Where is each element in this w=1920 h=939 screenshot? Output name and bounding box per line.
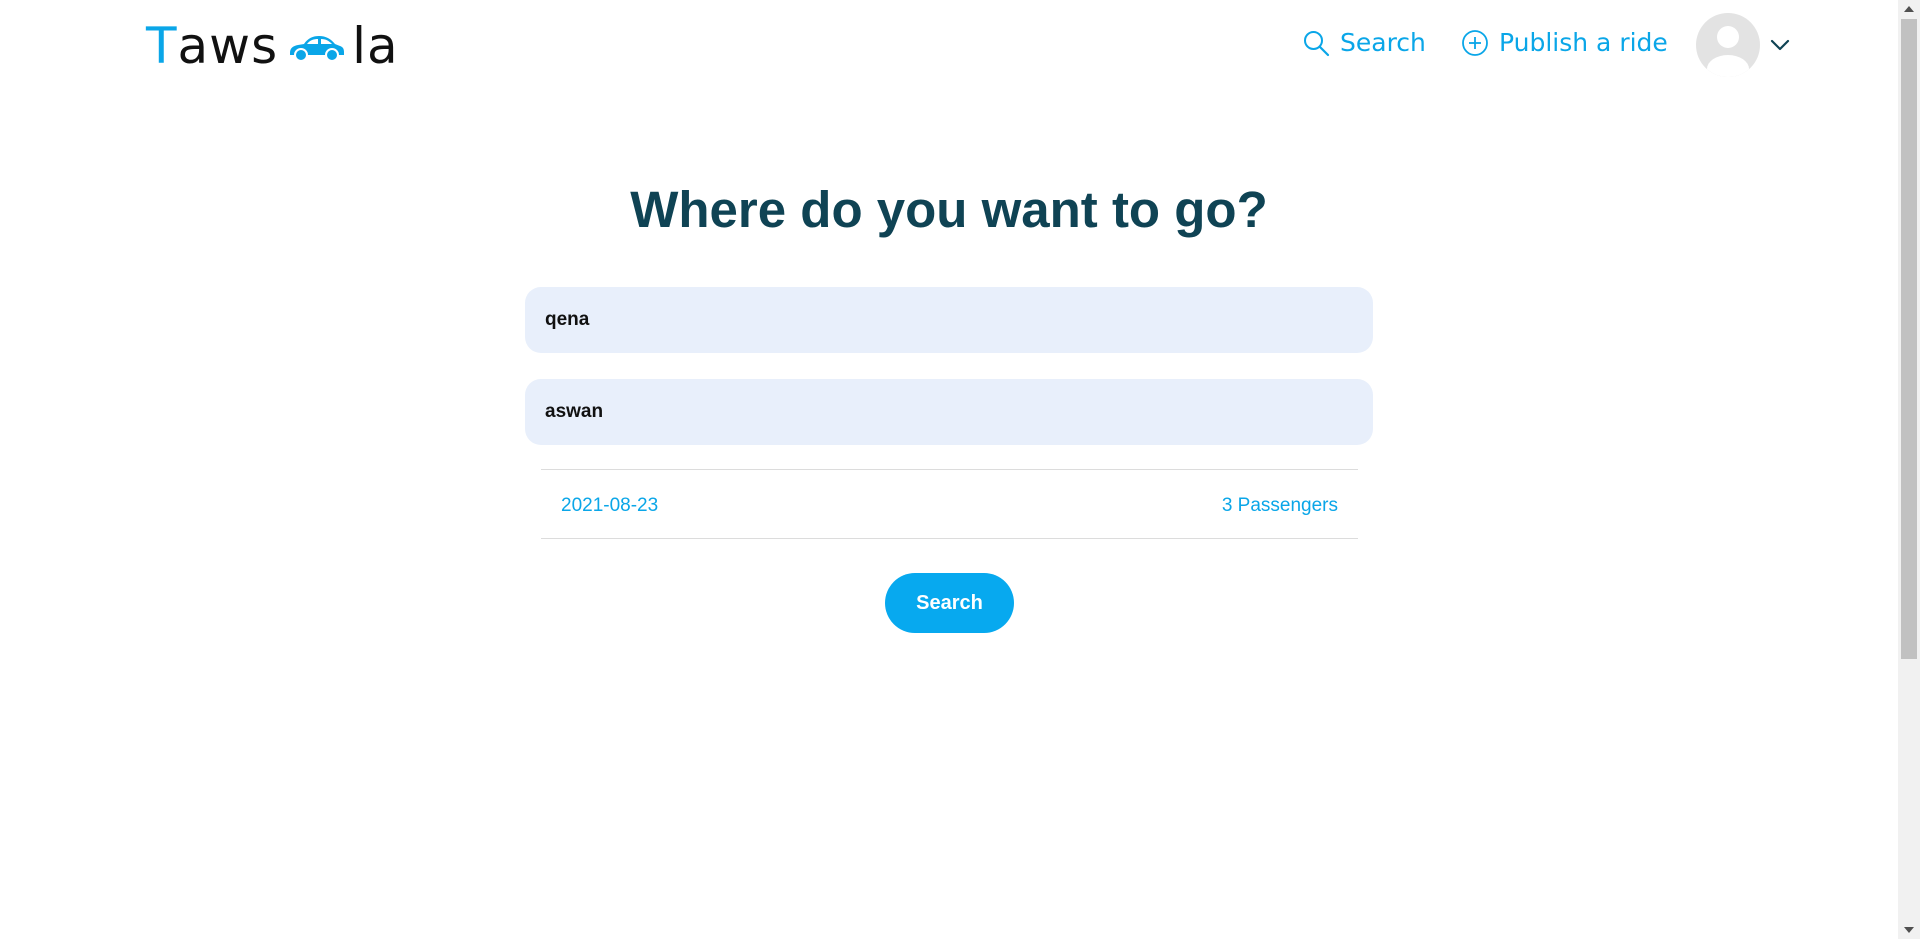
scroll-up-arrow-icon[interactable] xyxy=(1898,0,1920,18)
car-icon xyxy=(286,17,346,75)
page: Taws la Search Publish a ride Where do y… xyxy=(0,0,1920,939)
nav-publish-ride-link[interactable]: Publish a ride xyxy=(1461,28,1668,57)
date-selector[interactable]: 2021-08-23 xyxy=(561,495,658,517)
search-icon xyxy=(1304,30,1330,56)
scroll-down-arrow-icon[interactable] xyxy=(1898,921,1920,939)
scrollbar[interactable] xyxy=(1898,0,1920,939)
nav-search-link[interactable]: Search xyxy=(1302,28,1426,57)
search-button[interactable]: Search xyxy=(885,573,1014,633)
plus-circle-icon xyxy=(1462,29,1488,56)
logo-text-middle: aws xyxy=(177,17,279,75)
profile-menu[interactable] xyxy=(1696,13,1790,77)
nav-publish-label: Publish a ride xyxy=(1499,28,1668,57)
avatar xyxy=(1696,13,1760,77)
trip-options: 2021-08-23 3 Passengers xyxy=(541,469,1358,539)
page-title: Where do you want to go? xyxy=(630,181,1268,238)
logo-first-letter: T xyxy=(146,17,178,75)
passengers-selector[interactable]: 3 Passengers xyxy=(1222,495,1338,517)
logo-text-end: la xyxy=(352,17,399,75)
scrollbar-thumb[interactable] xyxy=(1901,19,1917,659)
to-field[interactable] xyxy=(525,379,1373,445)
logo[interactable]: Taws la xyxy=(146,16,399,76)
from-field[interactable] xyxy=(525,287,1373,353)
chevron-down-icon xyxy=(1770,39,1790,51)
nav-search-label: Search xyxy=(1340,28,1426,57)
